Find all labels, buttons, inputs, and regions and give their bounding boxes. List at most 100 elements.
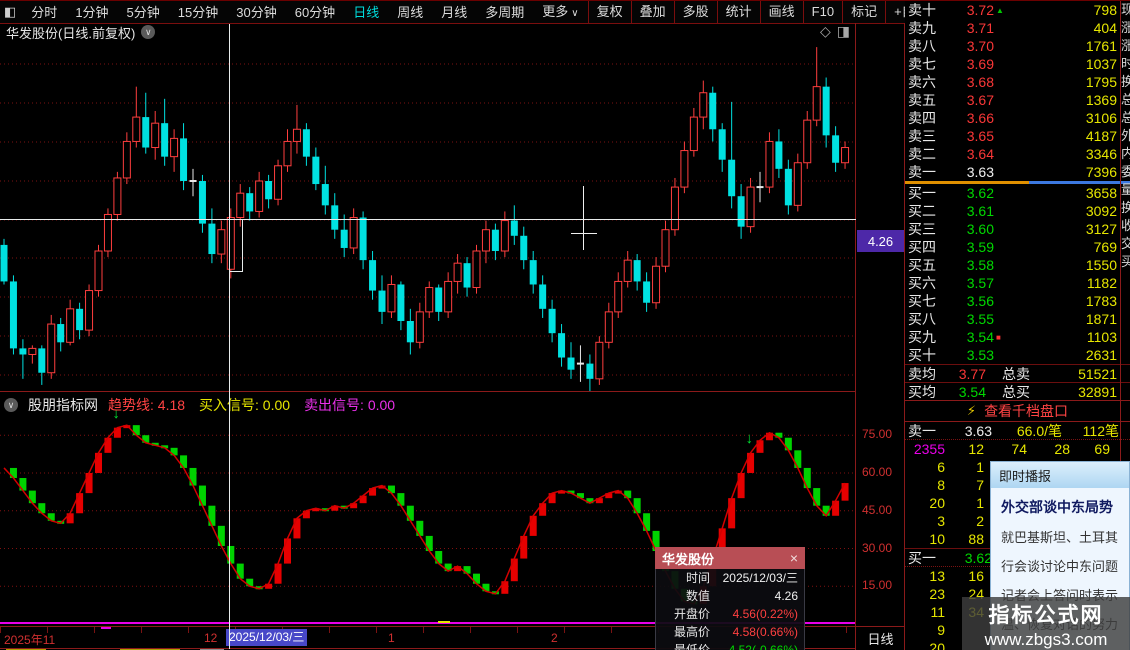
ask-row[interactable]: 卖九 3.71 404 — [905, 19, 1130, 37]
clipped-tab-char: 外 — [1121, 127, 1130, 145]
menu-item-画线[interactable]: 画线 — [759, 1, 803, 23]
y-tick-label: 75.00 — [862, 427, 893, 441]
ask-row[interactable]: 卖十 3.72 ▲ 798 — [905, 1, 1130, 19]
popup-row-label: 最高价 — [673, 625, 710, 639]
level-price: 3.68 — [966, 74, 994, 90]
queue-cell: 8 — [937, 477, 945, 493]
news-headline[interactable]: 外交部谈中东局势 — [1001, 497, 1129, 517]
period-tab-分时[interactable]: 分时 — [22, 2, 66, 23]
bid-row[interactable]: 买七 3.56 1783 — [905, 292, 1130, 310]
level-volume: 1369 — [1085, 92, 1117, 108]
level-label: 卖三 — [908, 128, 936, 144]
chevron-down-icon[interactable]: ∨ — [141, 25, 156, 39]
crosshair-step — [229, 271, 243, 272]
watermark: 指标公式网 www.zbgs3.com — [962, 597, 1130, 650]
popup-row-value: 4.26 — [774, 589, 798, 603]
level-label: 卖二 — [908, 146, 936, 162]
level-volume: 3092 — [1085, 203, 1117, 219]
ask-row[interactable]: 卖七 3.69 1037 — [905, 55, 1130, 73]
level-label: 卖九 — [908, 20, 936, 36]
level-price: 3.62 — [966, 185, 994, 201]
menu-item-叠加[interactable]: 叠加 — [630, 1, 674, 23]
collapse-chevron-icon[interactable]: ∨ — [4, 398, 18, 412]
queue-cell: 16 — [968, 568, 984, 584]
period-tab-1分钟[interactable]: 1分钟 — [66, 2, 117, 23]
period-tab-15分钟[interactable]: 15分钟 — [169, 2, 227, 23]
period-tab-月线[interactable]: 月线 — [432, 2, 476, 23]
bid-row[interactable]: 买八 3.55 1871 — [905, 310, 1130, 328]
period-tab-30分钟[interactable]: 30分钟 — [227, 2, 285, 23]
level-label: 卖五 — [908, 92, 936, 108]
popup-row: 数值 4.26 — [656, 587, 804, 605]
level-price: 3.55 — [966, 311, 994, 327]
popup-row-value: 2025/12/03/三 — [722, 571, 798, 585]
ask-row[interactable]: 卖六 3.68 1795 — [905, 73, 1130, 91]
bid-row[interactable]: 买二 3.61 3092 — [905, 202, 1130, 220]
level-price: 3.54 — [966, 329, 994, 345]
queue-cell: 20 — [929, 495, 945, 511]
level-volume: 1871 — [1085, 311, 1117, 327]
bid-row[interactable]: 买五 3.58 1550 — [905, 256, 1130, 274]
clipped-tab-char: 现 — [1121, 1, 1130, 19]
menu-item-统计[interactable]: 统计 — [716, 1, 760, 23]
level-price: 3.67 — [966, 92, 994, 108]
level-label: 买七 — [908, 293, 936, 309]
news-panel-header[interactable]: 即时播报 — [991, 462, 1129, 488]
bid-row[interactable]: 买九 3.54 ■ 1103 — [905, 328, 1130, 346]
sell-arrow-icon: ↓ — [745, 429, 754, 447]
queue-cell: 9 — [937, 622, 945, 638]
level-price: 3.56 — [966, 293, 994, 309]
popup-row: 最高价 4.58(0.66%) — [656, 623, 804, 641]
menu-item-多股[interactable]: 多股 — [673, 1, 717, 23]
popup-row-label: 最低价 — [673, 643, 710, 650]
menu-item-F10[interactable]: F10 — [802, 1, 842, 23]
mouse-crosshair — [583, 186, 584, 250]
level-volume: 1182 — [1086, 275, 1117, 291]
ask-row[interactable]: 卖三 3.65 4187 — [905, 127, 1130, 145]
bid-row[interactable]: 买四 3.59 769 — [905, 238, 1130, 256]
main-candlestick-chart[interactable] — [0, 41, 855, 391]
ask-row[interactable]: 卖八 3.70 1761 — [905, 37, 1130, 55]
clipped-tab-char: 量 — [1121, 181, 1130, 199]
level-label: 卖七 — [908, 56, 936, 72]
deep-quote-link[interactable]: ⚡ 查看千档盘口 — [905, 400, 1130, 422]
close-icon[interactable]: × — [790, 550, 798, 566]
ask-row[interactable]: 卖一 3.63 7396 — [905, 163, 1130, 181]
popup-row-value: 4.56(0.22%) — [732, 607, 798, 621]
indicator-header: ∨ 股朋指标网 趋势线: 4.18 买入信号: 0.00 卖出信号: 0.00 — [4, 395, 395, 415]
summary-label: 总买 — [1002, 383, 1030, 400]
queue-cell: 69 — [1094, 441, 1110, 457]
ask-row[interactable]: 卖五 3.67 1369 — [905, 91, 1130, 109]
period-tab-5分钟[interactable]: 5分钟 — [118, 2, 169, 23]
half-square-icon[interactable]: ◨ — [837, 23, 850, 40]
popup-row-label: 时间 — [685, 571, 710, 585]
queue-cell: 2355 — [913, 441, 945, 457]
ask-row[interactable]: 卖二 3.64 3346 — [905, 145, 1130, 163]
summary-row: 买均 3.54 总买 32891 — [905, 382, 1130, 400]
period-tab-多周期[interactable]: 多周期 — [476, 2, 533, 23]
ask-row[interactable]: 卖四 3.66 3106 — [905, 109, 1130, 127]
menu-item-复权[interactable]: 复权 — [587, 1, 631, 23]
bid-row[interactable]: 买一 3.62 3658 — [905, 184, 1130, 202]
level-price: 3.59 — [966, 239, 994, 255]
queue-cell: 20 — [929, 640, 945, 650]
indicator-name: 股朋指标网 — [28, 397, 98, 413]
menu-item-标记[interactable]: 标记 — [842, 1, 885, 23]
crosshair-horizontal — [0, 219, 856, 220]
level-label: 买十 — [908, 347, 936, 363]
period-tab-日线[interactable]: 日线 — [344, 2, 388, 23]
period-tab-更多[interactable]: 更多 ∨ — [533, 1, 587, 24]
layout-split-icon[interactable]: ◧ — [4, 4, 16, 20]
diamond-icon[interactable]: ◇ — [820, 23, 831, 40]
news-line: 行会谈讨论中东问题 — [1001, 559, 1119, 574]
period-tab-周线[interactable]: 周线 — [388, 2, 432, 23]
crosshair-step — [242, 219, 243, 272]
level-price: 3.71 — [966, 20, 994, 36]
level-label: 卖一 — [908, 164, 936, 180]
bid-row[interactable]: 买十 3.53 2631 — [905, 346, 1130, 364]
bid-row[interactable]: 买三 3.60 3127 — [905, 220, 1130, 238]
level-label: 买四 — [908, 239, 936, 255]
period-tab-60分钟[interactable]: 60分钟 — [286, 2, 344, 23]
bid-row[interactable]: 买六 3.57 1182 — [905, 274, 1130, 292]
level-volume: 1783 — [1085, 293, 1117, 309]
